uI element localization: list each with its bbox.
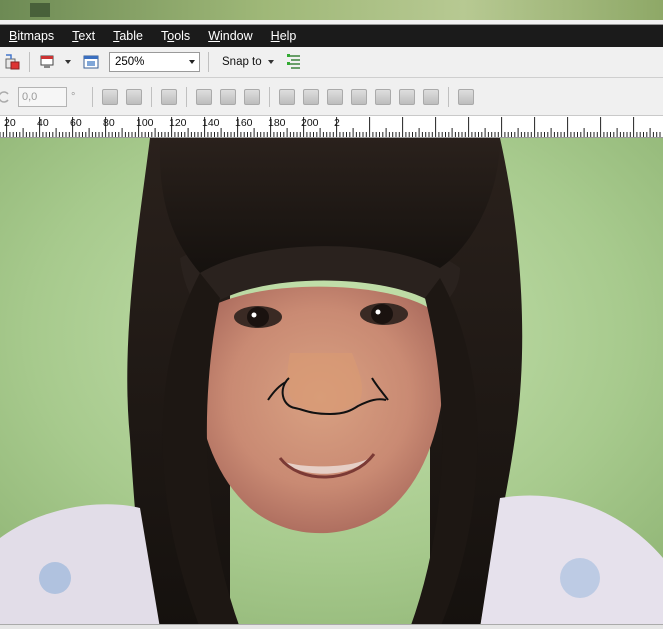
toolbar-separator bbox=[448, 86, 450, 107]
chevron-down-icon[interactable] bbox=[65, 60, 71, 64]
toolbar-separator bbox=[92, 86, 94, 107]
toolbar-separator bbox=[151, 86, 153, 107]
ruler-label: 140 bbox=[202, 117, 220, 129]
trim-icon[interactable] bbox=[301, 87, 321, 107]
align-distribute-icon[interactable] bbox=[456, 87, 476, 107]
ruler-label: 40 bbox=[37, 117, 49, 129]
ruler-label: 2 bbox=[334, 117, 340, 129]
chevron-down-icon[interactable] bbox=[267, 60, 274, 64]
import-icon[interactable] bbox=[2, 52, 22, 72]
canvas-bitmap-photo[interactable] bbox=[0, 138, 663, 628]
ruler-ticks bbox=[0, 117, 661, 137]
create-boundary-icon[interactable] bbox=[421, 87, 441, 107]
horizontal-ruler: 20 40 60 80 100 120 140 160 180 200 2 bbox=[0, 116, 663, 138]
application-launcher-icon[interactable] bbox=[81, 52, 101, 72]
menu-tools[interactable]: Tools bbox=[152, 26, 199, 46]
menu-text[interactable]: Text bbox=[63, 26, 104, 46]
snap-options-icon[interactable] bbox=[284, 52, 304, 72]
toolbar-separator bbox=[29, 52, 30, 72]
menu-help[interactable]: Help bbox=[262, 26, 306, 46]
status-bar-edge bbox=[0, 624, 663, 629]
toolbar-separator bbox=[269, 86, 271, 107]
zoom-level-select[interactable]: 250% bbox=[109, 52, 200, 72]
toolbar-separator bbox=[186, 86, 188, 107]
ruler-label: 200 bbox=[301, 117, 319, 129]
ruler-label: 20 bbox=[4, 117, 16, 129]
mirror-horizontal-icon[interactable] bbox=[100, 87, 120, 107]
intersect-icon[interactable] bbox=[325, 87, 345, 107]
toolbar-separator bbox=[208, 52, 209, 72]
desktop-background-strip bbox=[0, 0, 663, 20]
back-minus-front-icon[interactable] bbox=[397, 87, 417, 107]
rotation-icon bbox=[0, 87, 14, 107]
menu-table[interactable]: Table bbox=[104, 26, 152, 46]
menu-bar: Bitmaps Text Table Tools Window Help bbox=[0, 25, 663, 47]
publish-icon[interactable] bbox=[37, 52, 57, 72]
menu-bitmaps[interactable]: Bitmaps bbox=[0, 26, 63, 46]
ruler-label: 180 bbox=[268, 117, 286, 129]
zoom-level-value: 250% bbox=[115, 56, 145, 68]
ruler-label: 60 bbox=[70, 117, 82, 129]
ruler-label: 160 bbox=[235, 117, 253, 129]
chevron-down-icon bbox=[189, 60, 195, 64]
degree-symbol: ° bbox=[71, 90, 76, 103]
property-bar: 0,0 ° bbox=[0, 78, 663, 116]
simplify-icon[interactable] bbox=[349, 87, 369, 107]
mirror-vertical-icon[interactable] bbox=[124, 87, 144, 107]
combine-icon[interactable] bbox=[242, 87, 262, 107]
ungroup-icon[interactable] bbox=[194, 87, 214, 107]
ungroup-all-icon[interactable] bbox=[218, 87, 238, 107]
rotation-angle-input[interactable]: 0,0 bbox=[18, 86, 67, 107]
ruler-label: 80 bbox=[103, 117, 115, 129]
standard-toolbar: 250% Snap to bbox=[0, 47, 663, 78]
snap-to-button[interactable]: Snap to bbox=[222, 56, 262, 68]
front-minus-back-icon[interactable] bbox=[373, 87, 393, 107]
ruler-label: 100 bbox=[136, 117, 154, 129]
menu-window[interactable]: Window bbox=[199, 26, 261, 46]
weld-icon[interactable] bbox=[277, 87, 297, 107]
ruler-label: 120 bbox=[169, 117, 187, 129]
group-icon[interactable] bbox=[159, 87, 179, 107]
